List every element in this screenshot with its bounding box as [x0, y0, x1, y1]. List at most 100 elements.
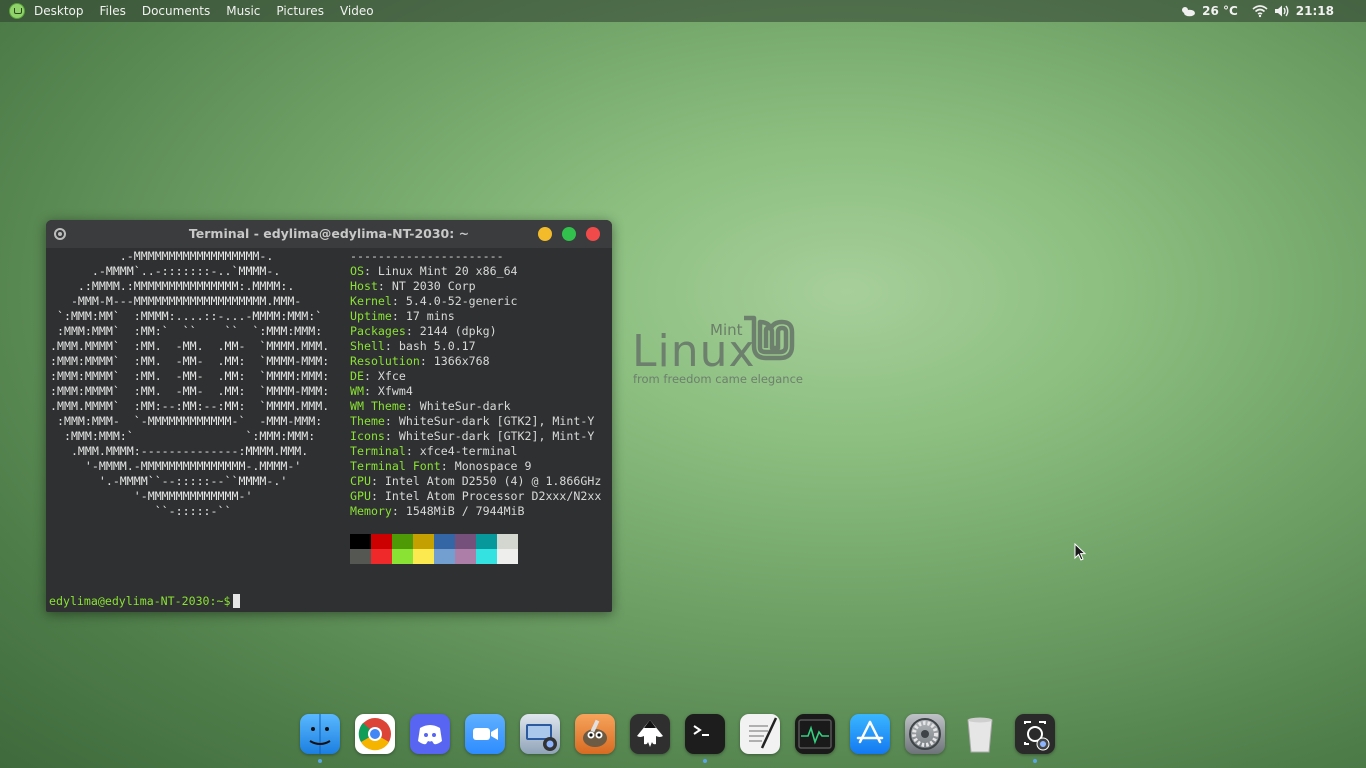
palette-swatch [371, 549, 392, 564]
mint-ascii-art: .-MMMMMMMMMMMMMMMMMM-. .-MMMM`..-:::::::… [50, 249, 329, 519]
running-indicator [703, 759, 707, 763]
ascii-art-line: `:MMM:MM` :MMMM:....::-...-MMMM:MMM:` [50, 309, 323, 323]
prompt-text: edylima@edylima-NT-2030:~$ [49, 594, 231, 608]
info-key: WM Theme [350, 399, 406, 413]
mint-menu-icon[interactable] [9, 3, 25, 19]
ascii-art-line: '-MMMM.-MMMMMMMMMMMMMMM-.MMMM-' [50, 459, 302, 473]
chrome-icon[interactable] [355, 714, 395, 754]
neofetch-info: ---------------------- OS: Linux Mint 20… [350, 249, 601, 519]
palette-swatch [497, 534, 518, 549]
ascii-art-line: .MMM.MMMM:--------------:MMMM.MMM. [50, 444, 309, 458]
ascii-art-line: .MMM.MMMM` :MM. -MM. .MM- `MMMM.MMM. [50, 339, 330, 353]
app-store-icon[interactable] [850, 714, 890, 754]
places-music[interactable]: Music [226, 0, 260, 22]
places-desktop[interactable]: Desktop [34, 0, 84, 22]
system-settings-icon[interactable] [905, 714, 945, 754]
screenshot-tool-icon[interactable] [520, 714, 560, 754]
info-value: : 5.4.0-52-generic [391, 294, 518, 308]
info-value: : 1548MiB / 7944MiB [391, 504, 525, 518]
minimize-button[interactable] [538, 227, 552, 241]
text-editor-icon[interactable] [740, 714, 780, 754]
info-value: : xfce4-terminal [405, 444, 518, 458]
info-separator: ---------------------- [350, 249, 504, 263]
camera-app-icon[interactable] [1015, 714, 1055, 763]
palette-swatch [455, 534, 476, 549]
logo-tagline: from freedom came elegance [633, 372, 803, 386]
info-key: Kernel [350, 294, 392, 308]
info-key: CPU [350, 474, 371, 488]
info-key: Icons [350, 429, 385, 443]
info-value: : Intel Atom Processor D2xxx/N2xx [370, 489, 602, 503]
shell-prompt[interactable]: edylima@edylima-NT-2030:~$ [49, 594, 241, 609]
places-menu: Desktop Files Documents Music Pictures V… [34, 0, 390, 22]
ascii-art-line: .:MMMM.:MMMMMMMMMMMMMMM:.MMMM:. [50, 279, 295, 293]
info-value: : WhiteSur-dark [GTK2], Mint-Y [384, 414, 595, 428]
places-files[interactable]: Files [100, 0, 126, 22]
close-button[interactable] [586, 227, 600, 241]
info-key: WM [350, 384, 364, 398]
palette-swatch [476, 549, 497, 564]
info-key: Packages [350, 324, 406, 338]
terminal-titlebar[interactable]: Terminal - edylima@edylima-NT-2030: ~ [46, 220, 612, 248]
gimp-icon[interactable] [575, 714, 615, 754]
places-pictures[interactable]: Pictures [276, 0, 324, 22]
palette-swatch [413, 549, 434, 564]
mouse-pointer-icon [1074, 543, 1086, 561]
ascii-art-line: .-MMMM`..-:::::::-..`MMMM-. [50, 264, 281, 278]
finder-icon[interactable] [300, 714, 340, 763]
volume-icon[interactable] [1274, 4, 1290, 18]
palette-swatch [350, 534, 371, 549]
palette-swatch [434, 549, 455, 564]
system-monitor-icon[interactable] [795, 714, 835, 754]
palette-swatch [350, 549, 371, 564]
palette-swatch [497, 549, 518, 564]
info-key: GPU [350, 489, 371, 503]
logo-mint-text: Mint [710, 321, 743, 339]
places-documents[interactable]: Documents [142, 0, 210, 22]
info-value: : Xfwm4 [363, 384, 413, 398]
info-key: DE [350, 369, 364, 383]
info-value: : Xfce [363, 369, 406, 383]
text-cursor [233, 594, 241, 608]
zoom-icon[interactable] [465, 714, 505, 754]
info-value: : NT 2030 Corp [377, 279, 476, 293]
info-key: Memory [350, 504, 392, 518]
ascii-art-line: :MMM:MMM- `-MMMMMMMMMMMM-` -MMM-MMM: [50, 414, 323, 428]
ascii-art-line: ``-:::::-`` [50, 504, 232, 518]
weather-icon[interactable] [1180, 5, 1196, 17]
info-key: Theme [350, 414, 385, 428]
ascii-art-line: :MMM:MMM:` `:MMM:MMM: [50, 429, 316, 443]
weather-temperature[interactable]: 26 °C [1202, 0, 1238, 22]
inkscape-icon[interactable] [630, 714, 670, 754]
ascii-art-line: '-MMMMMMMMMMMMM-' [50, 489, 253, 503]
palette-swatch [371, 534, 392, 549]
wifi-icon[interactable] [1252, 4, 1268, 18]
palette-swatch [434, 534, 455, 549]
info-value: : bash 5.0.17 [384, 339, 476, 353]
info-value: : Intel Atom D2550 (4) @ 1.866GHz [370, 474, 602, 488]
info-key: Uptime [350, 309, 392, 323]
ascii-art-line: :MMM:MMMM` :MM. -MM- .MM: `MMMM-MMM: [50, 354, 330, 368]
places-video[interactable]: Video [340, 0, 374, 22]
terminal-window[interactable]: Terminal - edylima@edylima-NT-2030: ~ .-… [46, 220, 612, 612]
palette-swatch [392, 534, 413, 549]
ascii-art-line: :MMM:MMM` :MM:` `` `` `:MMM:MMM: [50, 324, 323, 338]
maximize-button[interactable] [562, 227, 576, 241]
terminal-icon[interactable] [685, 714, 725, 763]
trash-icon[interactable] [960, 714, 1000, 754]
gear-icon[interactable] [54, 228, 66, 240]
info-value: : WhiteSur-dark [GTK2], Mint-Y [384, 429, 595, 443]
info-key: Terminal Font [350, 459, 441, 473]
ascii-art-line: -MMM-M---MMMMMMMMMMMMMMMMMMM.MMM- [50, 294, 302, 308]
running-indicator [318, 759, 322, 763]
info-value: : WhiteSur-dark [405, 399, 511, 413]
ascii-art-line: :MMM:MMMM` :MM. -MM- .MM: `MMMM-MMM: [50, 384, 330, 398]
discord-icon[interactable] [410, 714, 450, 754]
linux-mint-wallpaper-logo: Linux Mint from freedom came elegance [632, 312, 807, 392]
ascii-art-line: '.-MMMM``--:::::--``MMMM-.' [50, 474, 288, 488]
palette-swatch [476, 534, 497, 549]
palette-swatch [455, 549, 476, 564]
clock[interactable]: 21:18 [1296, 0, 1334, 22]
info-key: Terminal [350, 444, 406, 458]
info-value: : 17 mins [391, 309, 455, 323]
